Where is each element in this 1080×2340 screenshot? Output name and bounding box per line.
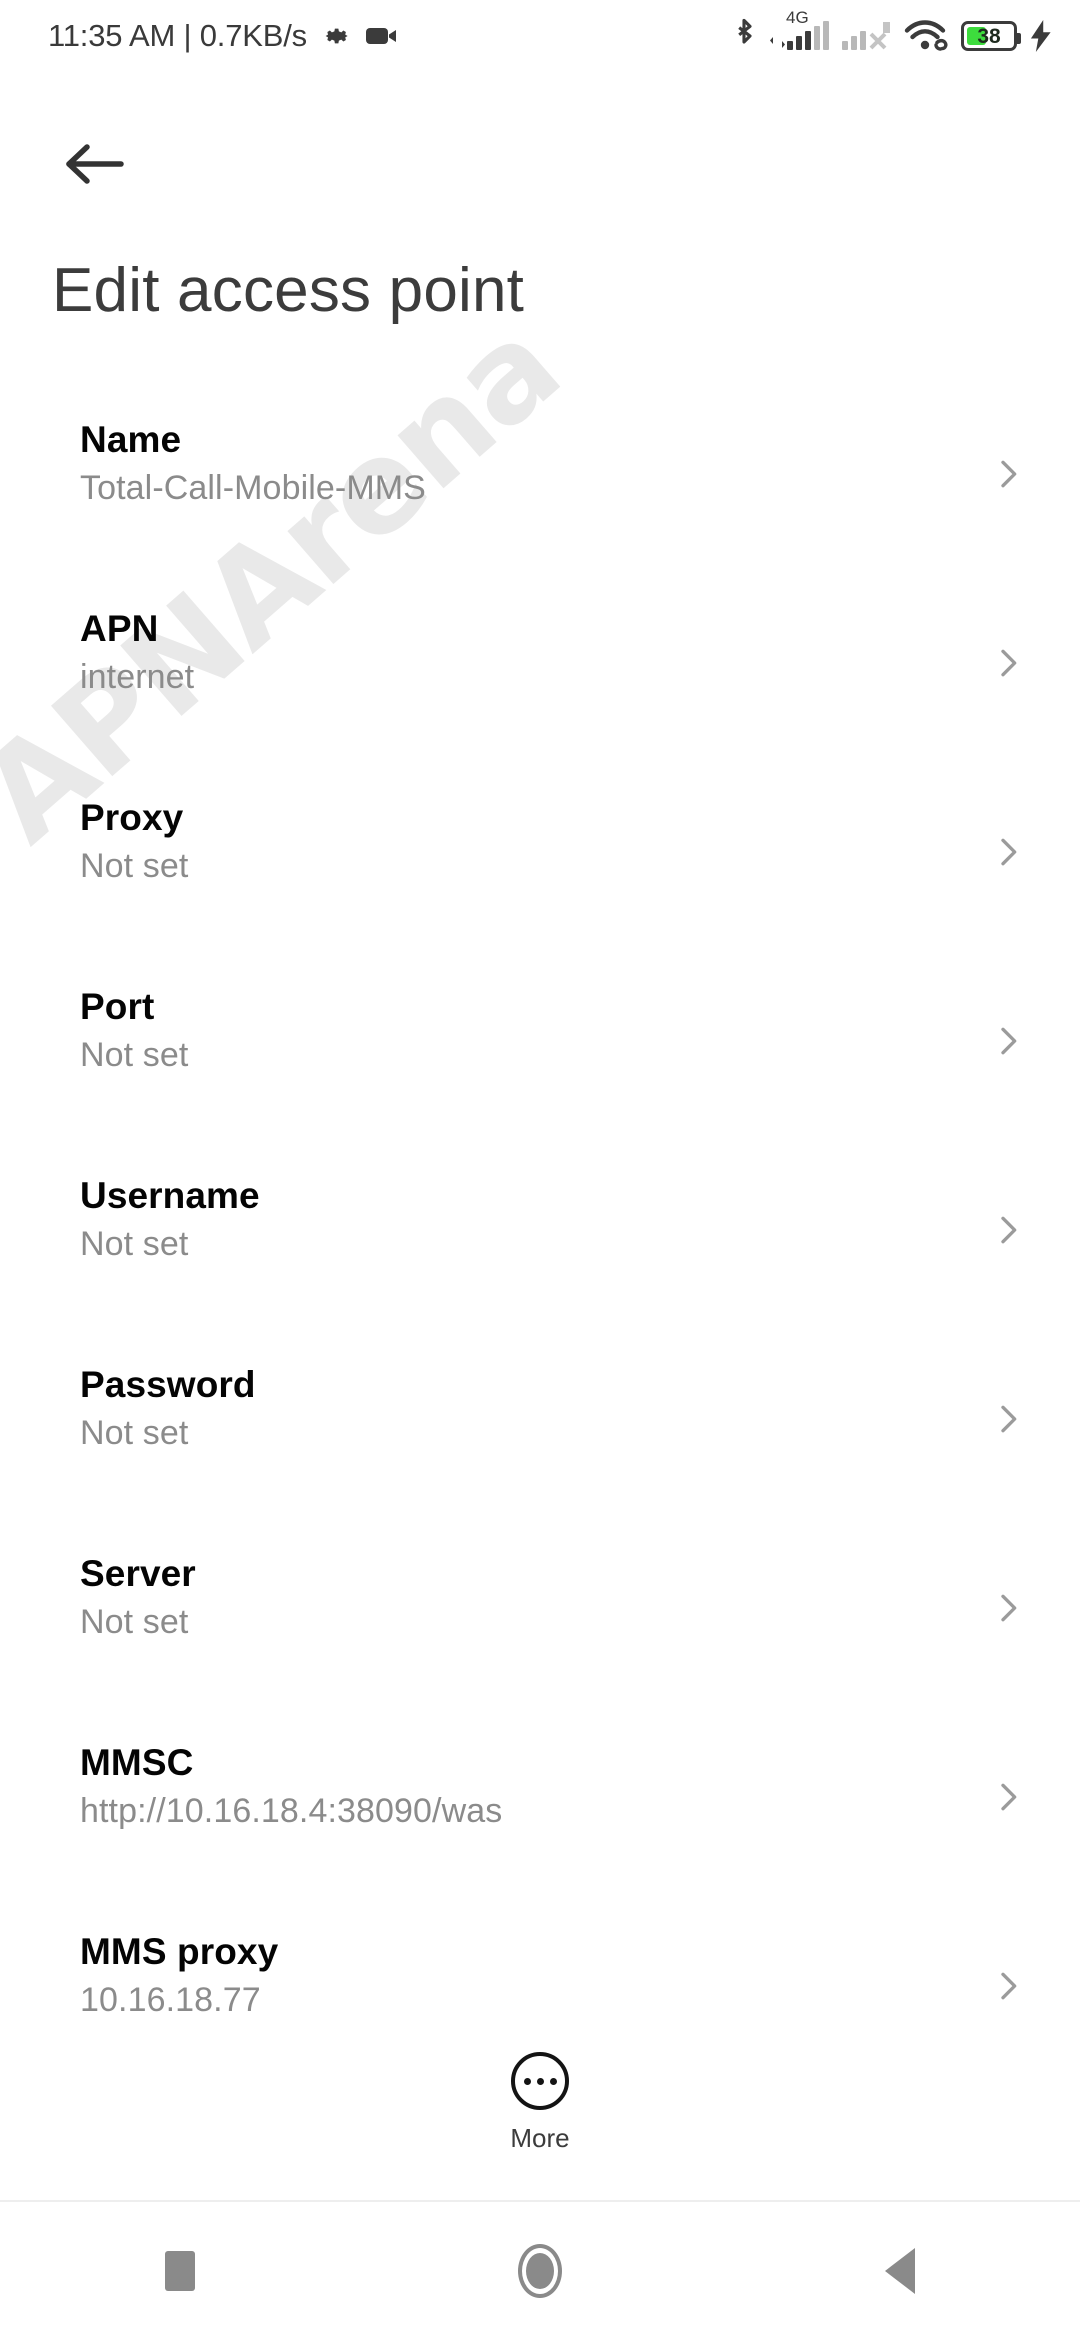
square-recents-icon	[165, 2251, 195, 2291]
row-value: http://10.16.18.4:38090/was	[80, 1791, 503, 1830]
setting-row-password[interactable]: Password Not set	[0, 1349, 1080, 1538]
row-value: Total-Call-Mobile-MMS	[80, 468, 426, 507]
row-value: Not set	[80, 1224, 189, 1263]
setting-row-apn[interactable]: APN internet	[0, 593, 1080, 782]
chevron-right-icon	[988, 454, 1028, 494]
chevron-right-icon	[988, 1399, 1028, 1439]
setting-row-server[interactable]: Server Not set	[0, 1538, 1080, 1727]
nav-recents-button[interactable]	[0, 2251, 360, 2291]
system-navigation-bar	[0, 2200, 1080, 2340]
row-title: MMS proxy	[80, 1931, 279, 1972]
data-traffic-arrows-icon	[770, 37, 785, 50]
row-title: Proxy	[80, 797, 184, 838]
sim2-signal-no-service	[842, 22, 891, 50]
chevron-right-icon	[988, 1210, 1028, 1250]
video-camera-icon	[365, 24, 399, 48]
nav-back-button[interactable]	[720, 2248, 1080, 2294]
page-title: Edit access point	[52, 256, 525, 325]
setting-row-name[interactable]: Name Total-Call-Mobile-MMS	[0, 404, 1080, 593]
triangle-back-icon	[885, 2248, 915, 2294]
battery-indicator: 38	[961, 21, 1021, 51]
row-title: Password	[80, 1364, 256, 1405]
chevron-right-icon	[988, 1588, 1028, 1628]
signal-bars-no-service-icon	[842, 22, 866, 50]
phone-screen: 11:35 AM | 0.7KB/s 4G 38 APNArena Edit a…	[0, 0, 1080, 2340]
status-bar: 11:35 AM | 0.7KB/s 4G 38	[0, 0, 1080, 72]
bluetooth-icon	[731, 18, 757, 54]
lightning-bolt-icon	[1030, 20, 1054, 52]
battery-level-text: 38	[977, 24, 1001, 48]
chevron-right-icon	[988, 1777, 1028, 1817]
setting-row-username[interactable]: Username Not set	[0, 1160, 1080, 1349]
sim1-signal: 4G	[770, 9, 829, 50]
chevron-right-icon	[988, 1966, 1028, 2006]
more-button-label: More	[510, 2123, 570, 2153]
row-title: Server	[80, 1553, 196, 1594]
nav-home-button[interactable]	[360, 2244, 720, 2298]
chevron-right-icon	[988, 832, 1028, 872]
setting-row-mmsc[interactable]: MMSC http://10.16.18.4:38090/was	[0, 1727, 1080, 1916]
row-value: Not set	[80, 846, 189, 885]
row-value: Not set	[80, 1413, 189, 1452]
no-service-x-icon	[869, 22, 890, 50]
row-value: Not set	[80, 1035, 189, 1074]
row-title: Name	[80, 419, 182, 460]
chevron-right-icon	[988, 1021, 1028, 1061]
more-horizontal-circle-icon	[511, 2052, 569, 2110]
status-bar-left: 11:35 AM | 0.7KB/s	[48, 18, 399, 54]
row-title: Port	[80, 986, 155, 1027]
row-title: APN	[80, 608, 159, 649]
row-value: Not set	[80, 1602, 189, 1641]
gear-icon	[321, 21, 351, 51]
row-title: MMSC	[80, 1742, 194, 1783]
circle-home-icon	[518, 2244, 562, 2298]
wifi-icon	[904, 19, 948, 53]
sim1-network-label: 4G	[786, 8, 809, 27]
clock-and-network-speed: 11:35 AM | 0.7KB/s	[48, 18, 307, 53]
row-value: 10.16.18.77	[80, 1980, 261, 2019]
status-bar-right: 4G 38	[731, 9, 1054, 54]
more-button[interactable]: More	[0, 2046, 1080, 2154]
row-title: Username	[80, 1175, 260, 1216]
back-button[interactable]	[48, 120, 140, 212]
access-point-settings-list: Name Total-Call-Mobile-MMS APN internet …	[0, 404, 1080, 2105]
arrow-left-icon	[63, 141, 125, 192]
chevron-right-icon	[988, 643, 1028, 683]
setting-row-port[interactable]: Port Not set	[0, 971, 1080, 1160]
setting-row-proxy[interactable]: Proxy Not set	[0, 782, 1080, 971]
row-value: internet	[80, 657, 195, 696]
